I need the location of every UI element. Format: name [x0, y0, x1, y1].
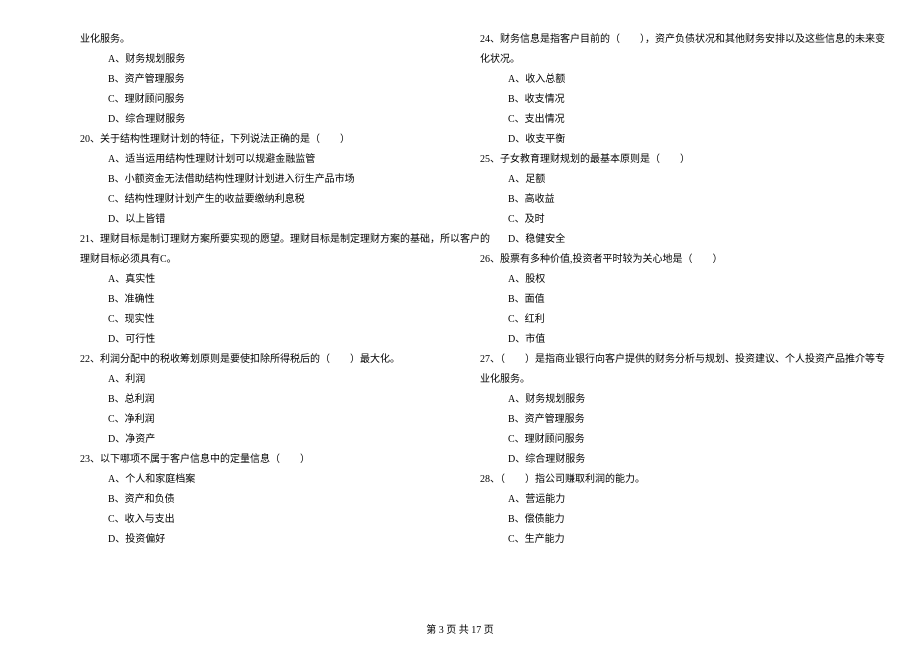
question-line: 化状况。	[480, 50, 840, 70]
option-line: C、红利	[480, 310, 840, 330]
question-line: 业化服务。	[80, 30, 440, 50]
question-line: 27、（ ）是指商业银行向客户提供的财务分析与规划、投资建议、个人投资产品推介等…	[480, 350, 840, 370]
option-line: B、资产管理服务	[80, 70, 440, 90]
option-line: A、财务规划服务	[480, 390, 840, 410]
option-line: D、净资产	[80, 430, 440, 450]
option-line: B、资产和负债	[80, 490, 440, 510]
option-line: C、理财顾问服务	[80, 90, 440, 110]
option-line: D、投资偏好	[80, 530, 440, 550]
question-line: 25、子女教育理财规划的最基本原则是（ ）	[480, 150, 840, 170]
question-line: 28、（ ）指公司赚取利润的能力。	[480, 470, 840, 490]
question-line: 22、利润分配中的税收筹划原则是要使扣除所得税后的（ ）最大化。	[80, 350, 440, 370]
question-line: 23、以下哪项不属于客户信息中的定量信息（ ）	[80, 450, 440, 470]
option-line: D、综合理财服务	[80, 110, 440, 130]
option-line: C、生产能力	[480, 530, 840, 550]
option-line: A、真实性	[80, 270, 440, 290]
page-footer: 第 3 页 共 17 页	[0, 621, 920, 636]
option-line: B、收支情况	[480, 90, 840, 110]
option-line: C、及时	[480, 210, 840, 230]
question-line: 21、理财目标是制订理财方案所要实现的愿望。理财目标是制定理财方案的基础，所以客…	[80, 230, 440, 250]
option-line: C、净利润	[80, 410, 440, 430]
option-line: C、收入与支出	[80, 510, 440, 530]
option-line: D、综合理财服务	[480, 450, 840, 470]
question-line: 26、股票有多种价值,投资者平时较为关心地是（ ）	[480, 250, 840, 270]
option-line: C、现实性	[80, 310, 440, 330]
option-line: A、收入总额	[480, 70, 840, 90]
option-line: B、高收益	[480, 190, 840, 210]
left-column: 业化服务。A、财务规划服务B、资产管理服务C、理财顾问服务D、综合理财服务20、…	[80, 30, 440, 550]
option-line: C、结构性理财计划产生的收益要缴纳利息税	[80, 190, 440, 210]
option-line: A、财务规划服务	[80, 50, 440, 70]
option-line: B、小额资金无法借助结构性理财计划进入衍生产品市场	[80, 170, 440, 190]
question-line: 业化服务。	[480, 370, 840, 390]
option-line: D、市值	[480, 330, 840, 350]
option-line: B、资产管理服务	[480, 410, 840, 430]
option-line: B、偿债能力	[480, 510, 840, 530]
page-content: 业化服务。A、财务规划服务B、资产管理服务C、理财顾问服务D、综合理财服务20、…	[0, 0, 920, 580]
right-column: 24、财务信息是指客户目前的（ ），资产负债状况和其他财务安排以及这些信息的未来…	[480, 30, 840, 550]
question-line: 理财目标必须具有C。	[80, 250, 440, 270]
option-line: D、以上皆错	[80, 210, 440, 230]
option-line: A、利润	[80, 370, 440, 390]
question-line: 24、财务信息是指客户目前的（ ），资产负债状况和其他财务安排以及这些信息的未来…	[480, 30, 840, 50]
option-line: D、稳健安全	[480, 230, 840, 250]
option-line: A、营运能力	[480, 490, 840, 510]
option-line: A、足额	[480, 170, 840, 190]
option-line: C、支出情况	[480, 110, 840, 130]
question-line: 20、关于结构性理财计划的特征，下列说法正确的是（ ）	[80, 130, 440, 150]
option-line: B、准确性	[80, 290, 440, 310]
option-line: D、可行性	[80, 330, 440, 350]
option-line: B、总利润	[80, 390, 440, 410]
option-line: C、理财顾问服务	[480, 430, 840, 450]
option-line: A、股权	[480, 270, 840, 290]
option-line: A、个人和家庭档案	[80, 470, 440, 490]
option-line: B、面值	[480, 290, 840, 310]
option-line: A、适当运用结构性理财计划可以规避金融监管	[80, 150, 440, 170]
option-line: D、收支平衡	[480, 130, 840, 150]
